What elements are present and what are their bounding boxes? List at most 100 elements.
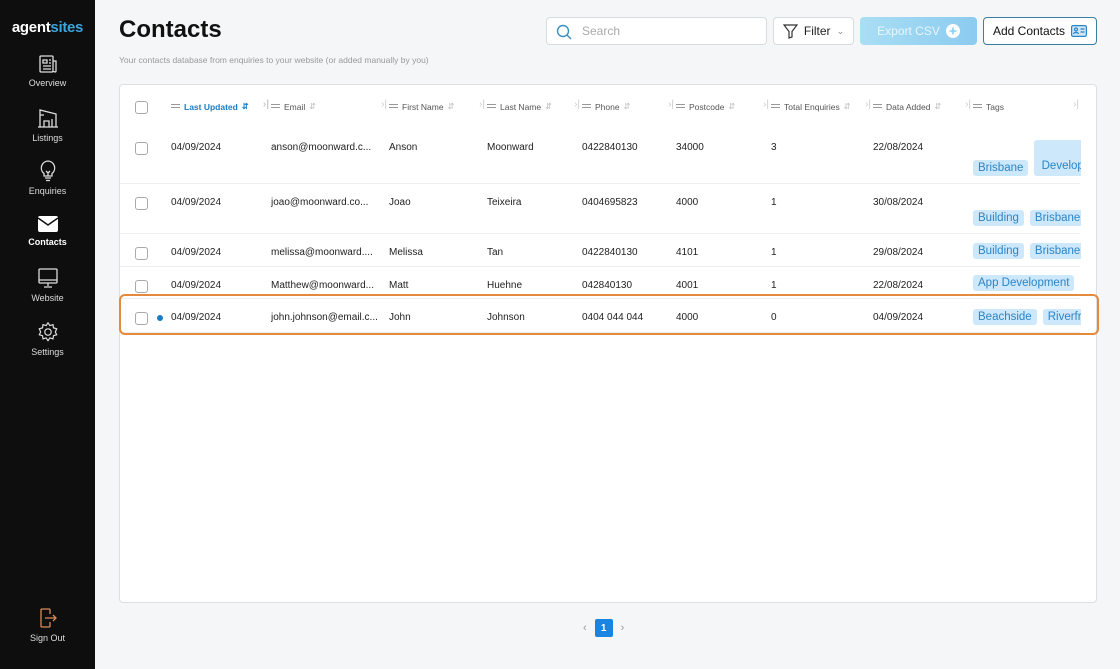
sidebar-item-settings[interactable]: Settings (0, 321, 95, 357)
table-row[interactable]: 04/09/2024 Matthew@moonward... Matt Huehne 0… (120, 267, 1080, 299)
cell-date-added: 29/08/2024 (873, 247, 924, 258)
cell-last-updated: 04/09/2024 (171, 280, 222, 291)
table-row[interactable]: 04/09/2024 anson@moonward.c... Anson Moonwa… (120, 129, 1081, 184)
cell-last-updated: 04/09/2024 (171, 312, 222, 323)
row-checkbox[interactable] (135, 280, 148, 293)
cell-total-enquiries: 1 (771, 197, 777, 208)
table-row[interactable]: 04/09/2024 joao@moonward.co... Joao Teixeir… (120, 184, 1081, 234)
contacts-table: Last Updated ⇵ ›| Email ⇵ ›| First Name ⇵ ›| L… (119, 84, 1097, 603)
lightbulb-icon (40, 160, 55, 182)
cell-tags: App Development (973, 267, 1081, 298)
cell-last-name: Teixeira (487, 197, 522, 208)
envelope-icon (37, 216, 58, 232)
column-phone[interactable]: Phone ⇵ ›| (582, 85, 676, 129)
sidebar-item-website[interactable]: Website (0, 267, 95, 303)
cell-tags: Beachside Riverfront (973, 299, 1081, 332)
export-csv-button[interactable]: Export CSV (860, 17, 977, 45)
cell-first-name: John (389, 312, 411, 323)
chevron-down-icon: ⌄ (836, 25, 845, 36)
cell-last-updated: 04/09/2024 (171, 142, 222, 153)
cell-first-name: Melissa (389, 247, 423, 258)
building-icon (37, 109, 58, 128)
cell-date-added: 30/08/2024 (873, 197, 924, 208)
tag[interactable]: Brisbane (973, 160, 1029, 176)
cell-first-name: Anson (389, 142, 418, 153)
contact-card-icon (1071, 25, 1088, 37)
prev-page-button[interactable]: ‹ (583, 622, 587, 634)
cell-email: anson@moonward.c... (271, 142, 372, 153)
tag[interactable]: App Development (1034, 140, 1081, 176)
cell-tags: Building Brisbane (973, 234, 1081, 266)
column-data-added[interactable]: Data Added ⇵ ›| (873, 85, 973, 129)
cell-first-name: Joao (389, 197, 411, 208)
page-1-button[interactable]: 1 (594, 619, 613, 637)
next-page-button[interactable]: › (621, 622, 625, 634)
sidebar-item-listings[interactable]: Listings (0, 107, 95, 143)
cell-postcode: 4101 (676, 247, 699, 258)
column-last-updated[interactable]: Last Updated ⇵ ›| (171, 85, 271, 129)
select-all-checkbox[interactable] (135, 101, 148, 114)
cell-last-name: Moonward (487, 142, 534, 153)
row-checkbox[interactable] (135, 197, 148, 210)
cell-postcode: 4000 (676, 197, 699, 208)
sign-out-button[interactable]: Sign Out (0, 607, 95, 643)
column-tags[interactable]: Tags ›| (973, 85, 1081, 129)
gear-icon (37, 321, 58, 342)
cell-total-enquiries: 1 (771, 247, 777, 258)
pagination: ‹ 1 › (583, 619, 624, 637)
cell-total-enquiries: 1 (771, 280, 777, 291)
cell-postcode: 4000 (676, 312, 699, 323)
page-subtitle: Your contacts database from enquiries to… (119, 55, 429, 65)
column-first-name[interactable]: First Name ⇵ ›| (389, 85, 487, 129)
cell-last-updated: 04/09/2024 (171, 197, 222, 208)
search-icon (556, 24, 572, 40)
sidebar-item-overview[interactable]: Overview (0, 54, 95, 88)
tag[interactable]: Building (973, 243, 1024, 259)
cell-phone: 0422840130 (582, 247, 638, 258)
page-title: Contacts (119, 16, 222, 43)
sidebar-item-enquiries[interactable]: Enquiries (0, 160, 95, 196)
tag[interactable]: Beachside (973, 309, 1037, 325)
cell-date-added: 04/09/2024 (873, 312, 924, 323)
cell-phone: 0404 044 044 (582, 312, 644, 323)
logo: agentsites (11, 19, 84, 36)
cell-postcode: 4001 (676, 280, 699, 291)
filter-icon (782, 23, 798, 39)
cell-date-added: 22/08/2024 (873, 280, 924, 291)
tag[interactable]: Building (973, 210, 1024, 226)
tag[interactable]: App Development (973, 275, 1075, 291)
cell-last-name: Tan (487, 247, 504, 258)
cell-postcode: 34000 (676, 142, 704, 153)
table-row[interactable]: 04/09/2024 melissa@moonward.... Melissa Tan… (120, 234, 1081, 267)
add-contacts-button[interactable]: Add Contacts (983, 17, 1097, 45)
cell-last-name: Johnson (487, 312, 525, 323)
tag[interactable]: Brisbane (1029, 210, 1081, 226)
cell-email: joao@moonward.co... (271, 197, 369, 208)
cell-phone: 0404695823 (582, 197, 638, 208)
newspaper-icon (38, 55, 57, 73)
new-indicator-dot (157, 315, 163, 321)
row-checkbox[interactable] (135, 312, 148, 325)
cell-date-added: 22/08/2024 (873, 142, 924, 153)
column-email[interactable]: Email ⇵ ›| (271, 85, 389, 129)
search-box[interactable] (546, 17, 767, 45)
column-total-enquiries[interactable]: Total Enquiries ⇵ ›| (771, 85, 873, 129)
cell-tags: Brisbane App Development (973, 129, 1081, 183)
column-postcode[interactable]: Postcode ⇵ ›| (676, 85, 771, 129)
cell-total-enquiries: 3 (771, 142, 777, 153)
cell-tags: Building Brisbane (973, 184, 1081, 233)
cell-phone: 042840130 (582, 280, 633, 291)
sidebar-item-contacts[interactable]: Contacts (0, 215, 95, 247)
tag[interactable]: Riverfront (1042, 309, 1081, 325)
cell-last-name: Huehne (487, 280, 523, 291)
filter-button[interactable]: Filter ⌄ (773, 17, 854, 45)
cell-email: Matthew@moonward... (271, 280, 374, 291)
monitor-icon (37, 268, 58, 288)
column-last-name[interactable]: Last Name ⇵ ›| (487, 85, 582, 129)
tag[interactable]: Brisbane (1029, 243, 1081, 259)
cell-last-updated: 04/09/2024 (171, 247, 222, 258)
row-checkbox[interactable] (135, 247, 148, 260)
table-row[interactable]: 04/09/2024 john.johnson@email.c... John Joh… (120, 299, 1081, 333)
search-input[interactable] (582, 24, 752, 38)
row-checkbox[interactable] (135, 142, 148, 155)
